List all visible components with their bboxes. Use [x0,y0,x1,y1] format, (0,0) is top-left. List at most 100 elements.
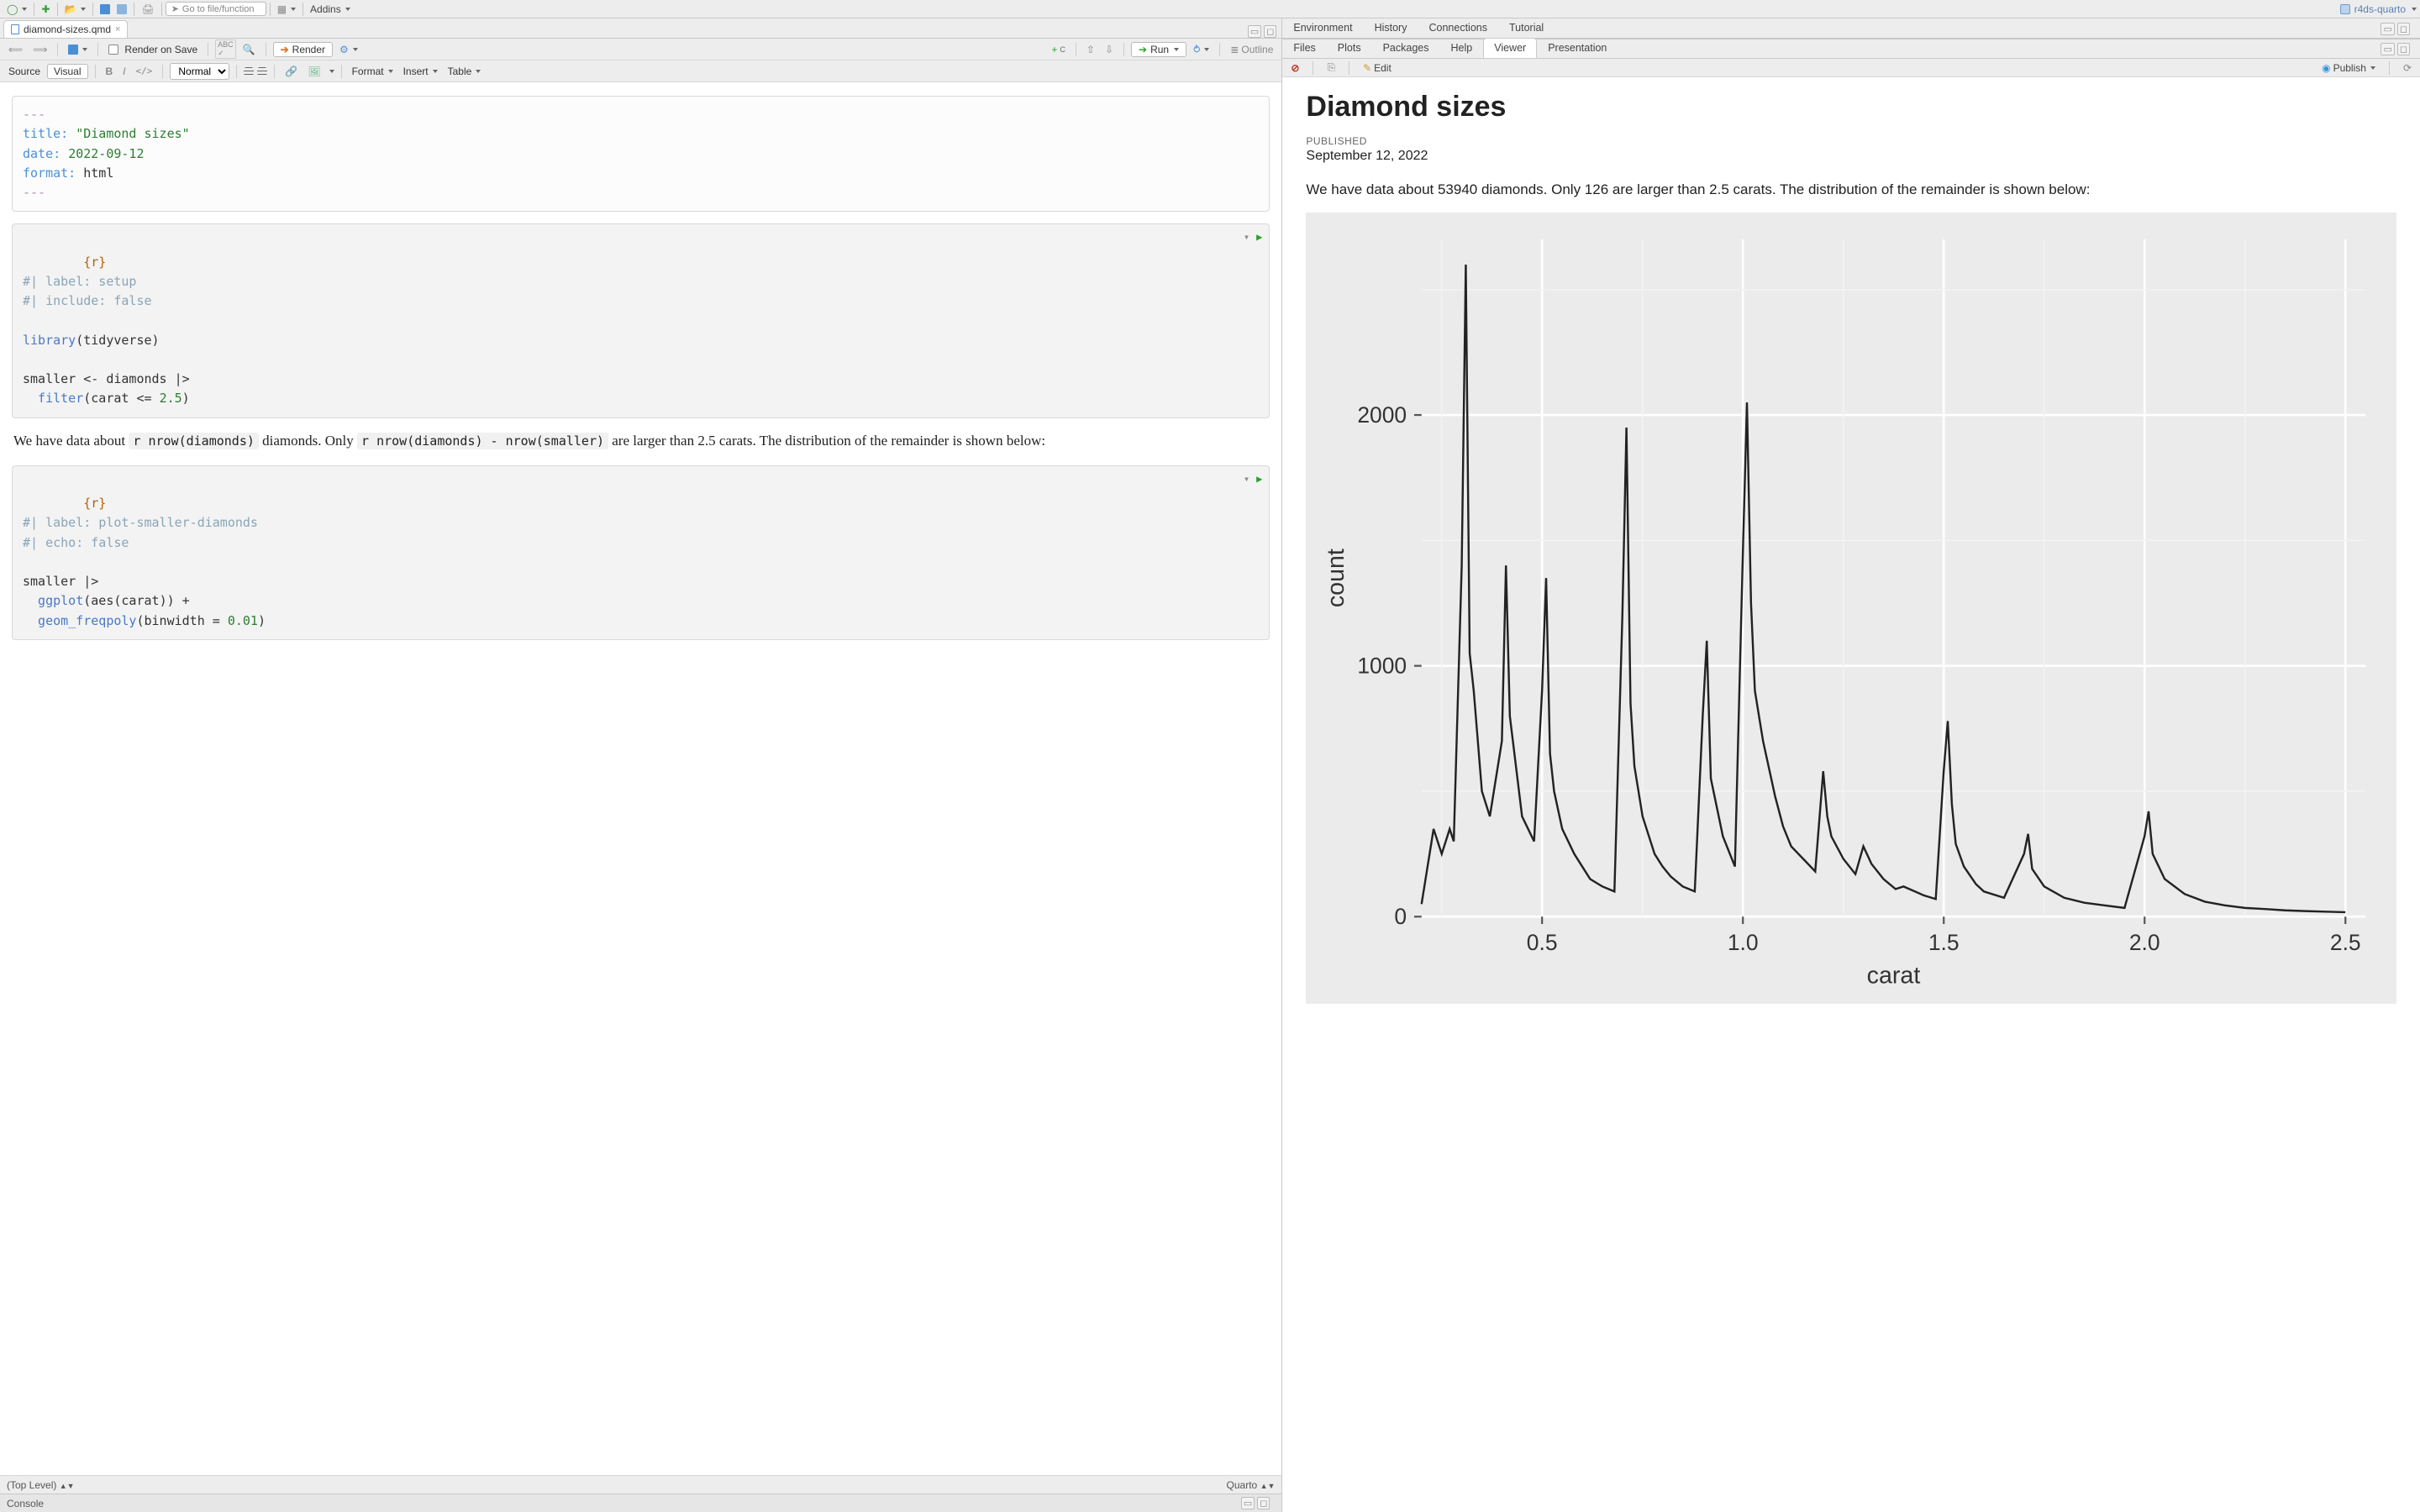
inline-r-nrow-diamonds: r nrow(diamonds) [129,433,259,449]
code-icon[interactable]: </> [133,65,156,77]
save-file-icon[interactable] [65,44,91,55]
svg-text:2.5: 2.5 [2330,930,2361,955]
close-tab-icon[interactable]: × [115,24,120,34]
edit-button[interactable]: ✎ Edit [1360,61,1395,75]
find-icon[interactable]: 🔍 [239,43,259,56]
editor-body[interactable]: --- title: "Diamond sizes" date: 2022-09… [0,82,1281,1475]
lower-min-icon[interactable]: ▭ [2381,43,2394,55]
run-prev-icon[interactable]: ⇧ [1083,43,1098,56]
code-chunk-plot[interactable]: ▾▶{r} #| label: plot-smaller-diamonds #|… [12,465,1270,640]
code-chunk-setup[interactable]: ▾▶{r} #| label: setup #| include: false … [12,223,1270,417]
console-label: Console [7,1498,44,1509]
file-tab-diamond-sizes[interactable]: diamond-sizes.qmd × [3,20,128,38]
svg-text:carat: carat [1867,963,1921,990]
tab-environment[interactable]: Environment [1282,18,1363,38]
run-above-icon[interactable]: ▾ [1244,471,1249,487]
render-on-save-toggle[interactable]: Render on Save [105,43,201,56]
run-next-icon[interactable]: ⇩ [1102,43,1117,56]
scope-selector[interactable]: (Top Level) ▲▼ [7,1479,75,1491]
file-tab-label: diamond-sizes.qmd [24,24,111,35]
style-selector[interactable]: Normal [170,63,229,80]
tab-connections[interactable]: Connections [1418,18,1498,38]
bullet-list-icon[interactable] [244,67,254,76]
lower-max-icon[interactable]: ◻ [2397,43,2410,55]
bold-icon[interactable]: B [103,65,117,78]
published-date: September 12, 2022 [1306,149,2396,164]
prose-paragraph[interactable]: We have data about r nrow(diamonds) diam… [13,430,1268,452]
tab-plots[interactable]: Plots [1327,38,1372,58]
main-toolbar: ◯ ✚ 📂 🖨 ➤ Go to file/function ▦ Addins r… [0,0,2420,18]
file-tab-bar: diamond-sizes.qmd × ▭ ◻ [0,18,1281,39]
project-cube-icon [2340,4,2350,14]
new-project-icon[interactable]: ✚ [38,3,53,16]
insert-menu[interactable]: Insert [400,65,441,78]
tab-presentation[interactable]: Presentation [1537,38,1618,58]
image-icon[interactable]: 🖼 [304,65,324,78]
tab-viewer[interactable]: Viewer [1483,38,1537,58]
yaml-frontmatter-block[interactable]: --- title: "Diamond sizes" date: 2022-09… [12,96,1270,212]
goto-arrow-icon: ➤ [171,3,179,14]
minimize-pane-icon[interactable]: ▭ [1248,25,1261,38]
svg-text:0: 0 [1395,904,1407,929]
refresh-viewer-icon[interactable]: ⟳ [2400,61,2415,75]
save-all-icon[interactable] [113,3,130,15]
svg-text:1.0: 1.0 [1728,930,1759,955]
qmd-file-icon [11,24,19,34]
svg-text:1000: 1000 [1358,654,1407,679]
console-min-icon[interactable]: ▭ [1241,1497,1255,1509]
svg-text:2.0: 2.0 [2129,930,2160,955]
run-chunk-icon[interactable]: ▶ [1256,229,1262,245]
render-button[interactable]: ➔Render [273,42,333,57]
upper-min-icon[interactable]: ▭ [2381,23,2394,35]
chunk-settings-icon[interactable]: ⥁ [1190,43,1213,56]
upper-max-icon[interactable]: ◻ [2397,23,2410,35]
addins-menu[interactable]: Addins [307,3,354,16]
tab-help[interactable]: Help [1440,38,1484,58]
visual-mode-button[interactable]: Visual [47,64,87,79]
popout-icon[interactable]: ⎘ [1323,60,1339,75]
console-max-icon[interactable]: ◻ [1257,1497,1270,1509]
viewer-paragraph: We have data about 53940 diamonds. Only … [1306,179,2396,201]
format-menu[interactable]: Format [349,65,397,78]
editor-toolbar-1: ⟸ ⟹ Render on Save ABC✓ 🔍 ➔Render ⚙ +C ⇧… [0,39,1281,60]
publish-button[interactable]: ◉ Publish [2318,61,2379,75]
project-selector[interactable]: r4ds-quarto [2340,3,2417,15]
run-chunk-icon[interactable]: ▶ [1256,471,1262,487]
editor-status-bar: (Top Level) ▲▼ Quarto ▲▼ [0,1475,1281,1494]
viewer-body: Diamond sizes PUBLISHED September 12, 20… [1282,77,2420,1512]
svg-text:0.5: 0.5 [1527,930,1558,955]
run-above-icon[interactable]: ▾ [1244,229,1249,245]
save-icon[interactable] [97,3,113,15]
published-label: PUBLISHED [1306,135,2396,147]
render-settings-icon[interactable]: ⚙ [336,43,361,56]
editor-toolbar-2: Source Visual B I </> Normal 🔗 🖼 Format … [0,60,1281,82]
spellcheck-icon[interactable]: ABC✓ [215,39,236,59]
svg-text:count: count [1323,549,1350,607]
tab-history[interactable]: History [1364,18,1418,38]
nav-forward-icon[interactable]: ⟹ [29,43,50,56]
goto-file-function[interactable]: ➤ Go to file/function [166,2,266,16]
tab-tutorial[interactable]: Tutorial [1498,18,1555,38]
open-file-icon[interactable]: 📂 [61,3,90,16]
run-button[interactable]: ➔Run [1131,42,1186,57]
print-icon[interactable]: 🖨 [138,3,157,16]
inline-r-diff: r nrow(diamonds) - nrow(smaller) [357,433,608,449]
numbered-list-icon[interactable] [257,67,267,76]
nav-back-icon[interactable]: ⟸ [5,43,26,56]
grid-icon[interactable]: ▦ [274,3,299,16]
source-mode-button[interactable]: Source [5,65,44,78]
tab-packages[interactable]: Packages [1372,38,1440,58]
insert-chunk-icon[interactable]: +C [1048,43,1069,56]
maximize-pane-icon[interactable]: ◻ [1264,25,1276,38]
svg-text:2000: 2000 [1358,402,1407,428]
italic-icon[interactable]: I [119,65,129,78]
lang-selector[interactable]: Quarto ▲▼ [1227,1479,1276,1491]
table-menu[interactable]: Table [445,65,485,78]
outline-toggle[interactable]: ≣ Outline [1227,43,1276,56]
clear-viewer-icon[interactable]: ⊘ [1287,61,1302,75]
console-bar[interactable]: Console ▭ ◻ [0,1494,1281,1512]
link-icon[interactable]: 🔗 [281,65,301,78]
new-file-icon[interactable]: ◯ [3,3,30,16]
upper-right-tabs: Environment History Connections Tutorial… [1282,18,2420,39]
tab-files[interactable]: Files [1282,38,1326,58]
